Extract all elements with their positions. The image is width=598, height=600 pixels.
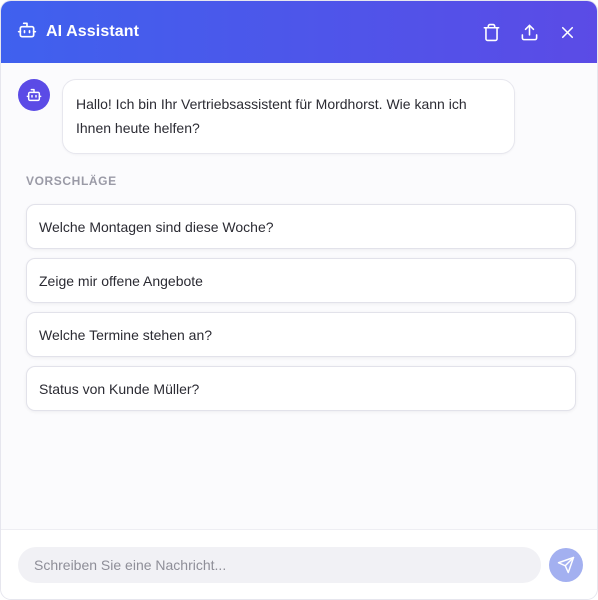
close-icon	[561, 26, 573, 38]
send-icon	[557, 556, 575, 573]
suggestion-button[interactable]: Welche Montagen sind diese Woche?	[26, 204, 576, 249]
suggestion-button[interactable]: Zeige mir offene Angebote	[26, 258, 576, 303]
suggestion-button[interactable]: Status von Kunde Müller?	[26, 366, 576, 411]
header-title-group: AI Assistant	[17, 20, 139, 45]
assistant-header: AI Assistant	[1, 1, 597, 63]
suggestions-list: Welche Montagen sind diese Woche? Zeige …	[26, 204, 576, 411]
bot-message-row: Hallo! Ich bin Ihr Vertriebsassistent fü…	[1, 79, 597, 154]
export-icon	[521, 24, 537, 40]
message-input[interactable]	[18, 546, 542, 583]
avatar	[18, 79, 50, 111]
export-chat-button[interactable]	[517, 20, 541, 44]
suggestion-button[interactable]: Welche Termine stehen an?	[26, 312, 576, 357]
composer	[1, 529, 597, 599]
header-title: AI Assistant	[46, 23, 140, 40]
assistant-panel: AI Assistant Hallo! Ich bin Ihr Vertrieb…	[1, 1, 597, 599]
chat-body: Hallo! Ich bin Ihr Vertriebsassistent fü…	[1, 63, 597, 529]
send-button[interactable]	[549, 547, 583, 582]
close-button[interactable]	[555, 20, 579, 44]
bot-icon	[26, 88, 42, 102]
suggestions-label: VORSCHLÄGE	[26, 174, 117, 188]
bot-icon	[17, 20, 37, 45]
bot-message-bubble: Hallo! Ich bin Ihr Vertriebsassistent fü…	[62, 79, 515, 154]
delete-chat-button[interactable]	[479, 20, 503, 44]
trash-icon	[483, 23, 499, 41]
header-actions	[479, 20, 579, 44]
